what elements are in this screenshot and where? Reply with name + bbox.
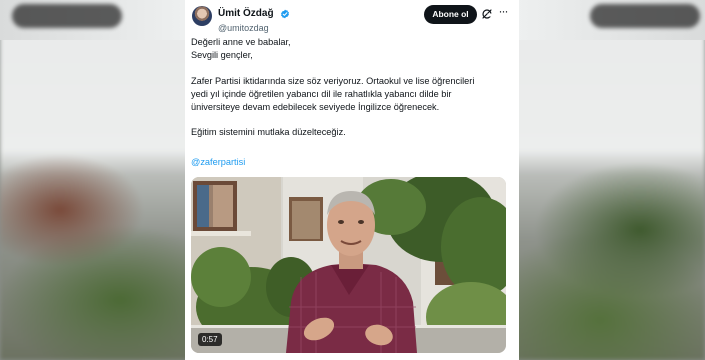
author-avatar[interactable] bbox=[192, 6, 212, 26]
grok-icon[interactable] bbox=[481, 8, 493, 20]
blurred-background-pill-right bbox=[590, 4, 700, 28]
author-handle[interactable]: @umitozdag bbox=[218, 23, 290, 34]
video-player[interactable]: 0:57 bbox=[191, 177, 506, 353]
video-thumbnail bbox=[191, 177, 506, 353]
verified-badge-icon bbox=[281, 9, 289, 19]
more-icon[interactable]: ··· bbox=[496, 5, 510, 20]
tweet-text: Değerli anne ve babalar, Sevgili gençler… bbox=[191, 36, 513, 139]
tweet-header: Ümit Özdağ @umitozdag Abone ol ··· bbox=[185, 0, 519, 34]
video-duration-badge: 0:57 bbox=[198, 333, 222, 346]
follow-button[interactable]: Abone ol bbox=[424, 5, 477, 24]
tweet-greeting-1: Değerli anne ve babalar, bbox=[191, 37, 291, 47]
blurred-background-pill-left bbox=[12, 4, 122, 28]
tweet-paragraph-1: Zafer Partisi iktidarında size söz veriy… bbox=[191, 75, 475, 112]
author-info[interactable]: Ümit Özdağ @umitozdag bbox=[218, 5, 290, 34]
tweet-card: Ümit Özdağ @umitozdag Abone ol ··· Değer… bbox=[185, 0, 519, 360]
author-display-name[interactable]: Ümit Özdağ bbox=[218, 8, 274, 20]
mention-link[interactable]: @zaferpartisi bbox=[191, 156, 245, 168]
tweet-greeting-2: Sevgili gençler, bbox=[191, 49, 253, 60]
tweet-paragraph-2: Eğitim sistemini mutlaka düzelteceğiz. bbox=[191, 127, 346, 138]
